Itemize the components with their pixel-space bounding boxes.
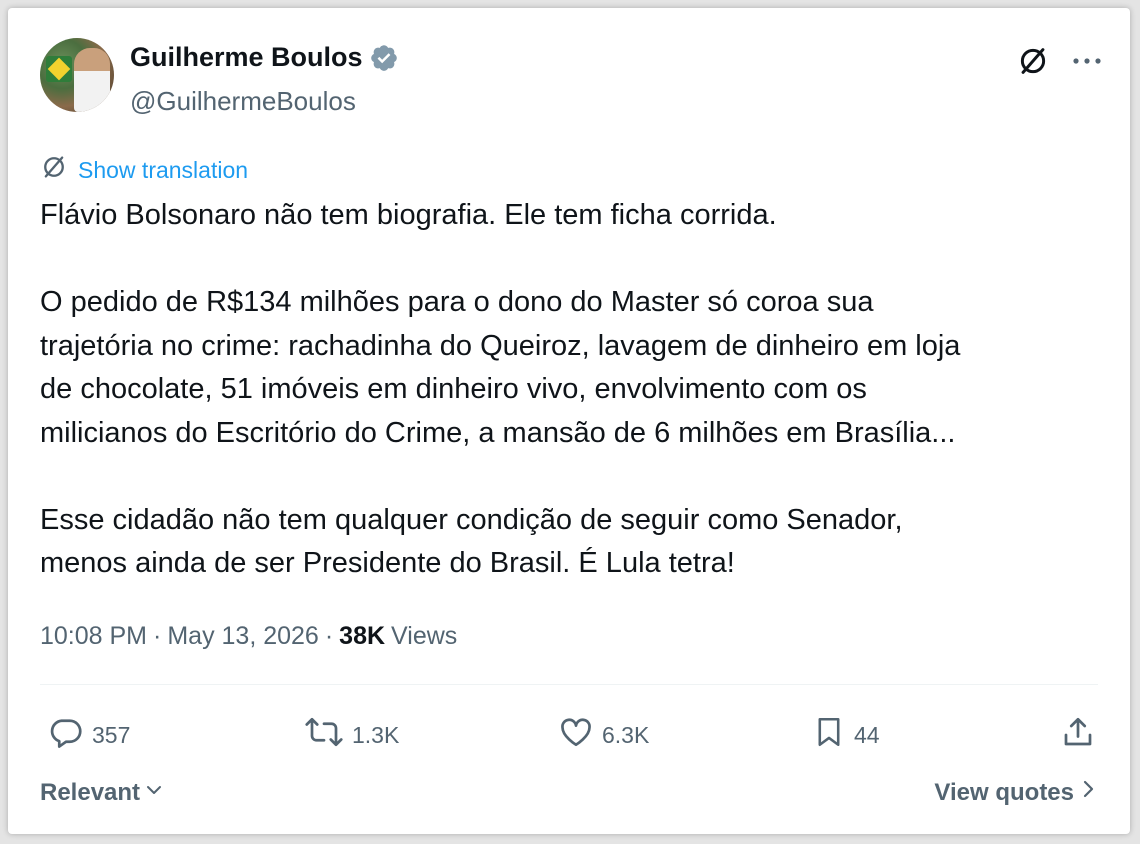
tweet-line: O pedido de R$134 milhões para o dono do… bbox=[40, 286, 874, 318]
tweet-line: milicianos do Escritório do Crime, a man… bbox=[40, 416, 956, 449]
tweet-line: Esse cidadão não tem qualquer condição d… bbox=[40, 503, 903, 536]
tweet-line: menos ainda de ser Presidente do Brasil.… bbox=[40, 547, 735, 579]
translate-icon bbox=[40, 153, 68, 187]
views-label: Views bbox=[391, 622, 458, 650]
show-translation-link[interactable]: Show translation bbox=[40, 153, 248, 187]
verified-badge-icon[interactable] bbox=[369, 43, 399, 73]
author-name-row: Guilherme Boulos bbox=[130, 42, 399, 73]
tweet-paragraph-2: O pedido de R$134 milhões para o dono do… bbox=[40, 281, 1100, 455]
tweet-card: Guilherme Boulos @GuilhermeBoulos Show t… bbox=[8, 8, 1130, 834]
reply-controls: Relevant View quotes bbox=[40, 778, 1098, 807]
repost-icon bbox=[304, 714, 344, 756]
tweet-paragraph-3: Esse cidadão não tem qualquer condição d… bbox=[40, 499, 1100, 586]
flag-graphic bbox=[46, 56, 72, 82]
bookmark-icon bbox=[812, 714, 846, 756]
author-handle[interactable]: @GuilhermeBoulos bbox=[130, 86, 356, 117]
repost-count: 1.3K bbox=[352, 721, 400, 748]
chevron-down-icon bbox=[144, 779, 164, 807]
more-icon[interactable] bbox=[1072, 56, 1102, 66]
tweet-line: trajetória no crime: rachadinha do Queir… bbox=[40, 329, 961, 362]
chevron-right-icon bbox=[1078, 778, 1098, 807]
author-name[interactable]: Guilherme Boulos bbox=[130, 42, 363, 73]
avatar[interactable] bbox=[40, 38, 114, 112]
tweet-line: Flávio Bolsonaro não tem biografia. Ele … bbox=[40, 199, 777, 231]
like-button[interactable]: 6.3K bbox=[558, 714, 649, 756]
top-actions bbox=[1016, 44, 1102, 78]
tweet-line: de chocolate, 51 imóveis em dinheiro viv… bbox=[40, 373, 867, 405]
like-icon bbox=[558, 714, 594, 756]
reply-button[interactable]: 357 bbox=[48, 714, 130, 756]
translate-icon[interactable] bbox=[1016, 44, 1050, 78]
sort-label: Relevant bbox=[40, 778, 141, 806]
tweet-paragraph-1: Flávio Bolsonaro não tem biografia. Ele … bbox=[40, 194, 1100, 238]
repost-button[interactable]: 1.3K bbox=[304, 714, 399, 756]
tweet-time[interactable]: 10:08 PM bbox=[40, 622, 147, 651]
bookmark-count: 44 bbox=[854, 721, 880, 748]
view-quotes-link[interactable]: View quotes bbox=[934, 778, 1098, 807]
meta-separator: · bbox=[153, 622, 162, 650]
meta-separator: · bbox=[324, 622, 334, 650]
sort-dropdown[interactable]: Relevant bbox=[40, 779, 164, 807]
view-quotes-label: View quotes bbox=[934, 778, 1074, 806]
reply-icon bbox=[48, 714, 84, 756]
divider bbox=[40, 684, 1098, 685]
show-translation-label: Show translation bbox=[78, 156, 249, 183]
reply-count: 357 bbox=[92, 721, 131, 748]
share-icon bbox=[1060, 714, 1096, 756]
tweet-text: Flávio Bolsonaro não tem biografia. Ele … bbox=[40, 194, 1100, 586]
tweet-meta: 10:08 PM · May 13, 2026 · 38K Views bbox=[40, 622, 457, 651]
views-count: 38K bbox=[339, 622, 386, 650]
action-bar: 357 1.3K 6.3K 44 bbox=[48, 714, 1098, 764]
like-count: 6.3K bbox=[602, 721, 650, 748]
bookmark-button[interactable]: 44 bbox=[812, 714, 880, 756]
person-graphic bbox=[74, 48, 110, 112]
tweet-date[interactable]: May 13, 2026 bbox=[167, 622, 319, 651]
share-button[interactable] bbox=[1060, 714, 1096, 756]
